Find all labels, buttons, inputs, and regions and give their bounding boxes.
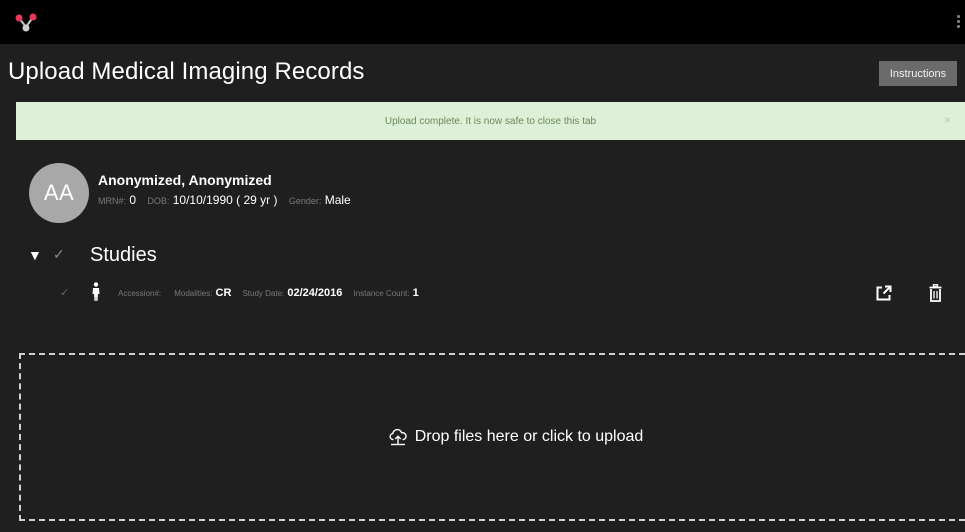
kebab-menu-icon[interactable] bbox=[957, 15, 961, 29]
upload-success-alert: Upload complete. It is now safe to close… bbox=[16, 102, 965, 140]
app-logo-icon[interactable] bbox=[14, 13, 38, 33]
modalities-label: Modalities: bbox=[174, 289, 213, 298]
patient-details: MRN#: 0 DOB: 10/10/1990 ( 29 yr ) Gender… bbox=[98, 193, 359, 207]
dob-value: 10/10/1990 ( 29 yr ) bbox=[172, 193, 278, 207]
dropzone-text: Drop files here or click to upload bbox=[414, 428, 644, 445]
studies-check-icon: ✓ bbox=[53, 246, 65, 262]
patient-name: Anonymized, Anonymized bbox=[98, 172, 272, 188]
avatar: AA bbox=[29, 163, 89, 223]
alert-message: Upload complete. It is now safe to close… bbox=[384, 115, 597, 127]
study-details: Accession#: Modalities: CR Study Date: 0… bbox=[118, 287, 427, 299]
mrn-label: MRN#: bbox=[98, 196, 127, 206]
accession-label: Accession#: bbox=[118, 289, 162, 298]
page-title: Upload Medical Imaging Records bbox=[8, 58, 365, 85]
studies-heading: Studies bbox=[90, 244, 157, 266]
studies-collapse-toggle[interactable]: ▼ bbox=[28, 247, 42, 263]
study-date-label: Study Date: bbox=[242, 289, 285, 298]
gender-value: Male bbox=[324, 193, 351, 207]
file-dropzone[interactable]: Drop files here or click to upload bbox=[19, 353, 965, 521]
dob-label: DOB: bbox=[147, 196, 170, 206]
mrn-value: 0 bbox=[129, 193, 137, 207]
dropzone-prompt: Drop files here or click to upload bbox=[389, 428, 644, 446]
external-link-icon[interactable] bbox=[875, 285, 892, 302]
upload-cloud-icon bbox=[389, 428, 407, 446]
study-row: ✓ Accession#: Modalities: CR Study Date:… bbox=[60, 282, 965, 306]
body-figure-icon bbox=[92, 282, 100, 301]
close-icon[interactable]: × bbox=[944, 114, 951, 126]
instructions-button[interactable]: Instructions bbox=[879, 61, 957, 86]
instance-count-value: 1 bbox=[412, 287, 419, 299]
trash-icon[interactable] bbox=[929, 284, 942, 302]
study-date-value: 02/24/2016 bbox=[287, 287, 343, 299]
gender-label: Gender: bbox=[288, 196, 322, 206]
top-navbar bbox=[0, 0, 965, 44]
study-check-icon: ✓ bbox=[60, 287, 70, 299]
instance-count-label: Instance Count: bbox=[353, 289, 410, 298]
modalities-value: CR bbox=[215, 287, 232, 299]
